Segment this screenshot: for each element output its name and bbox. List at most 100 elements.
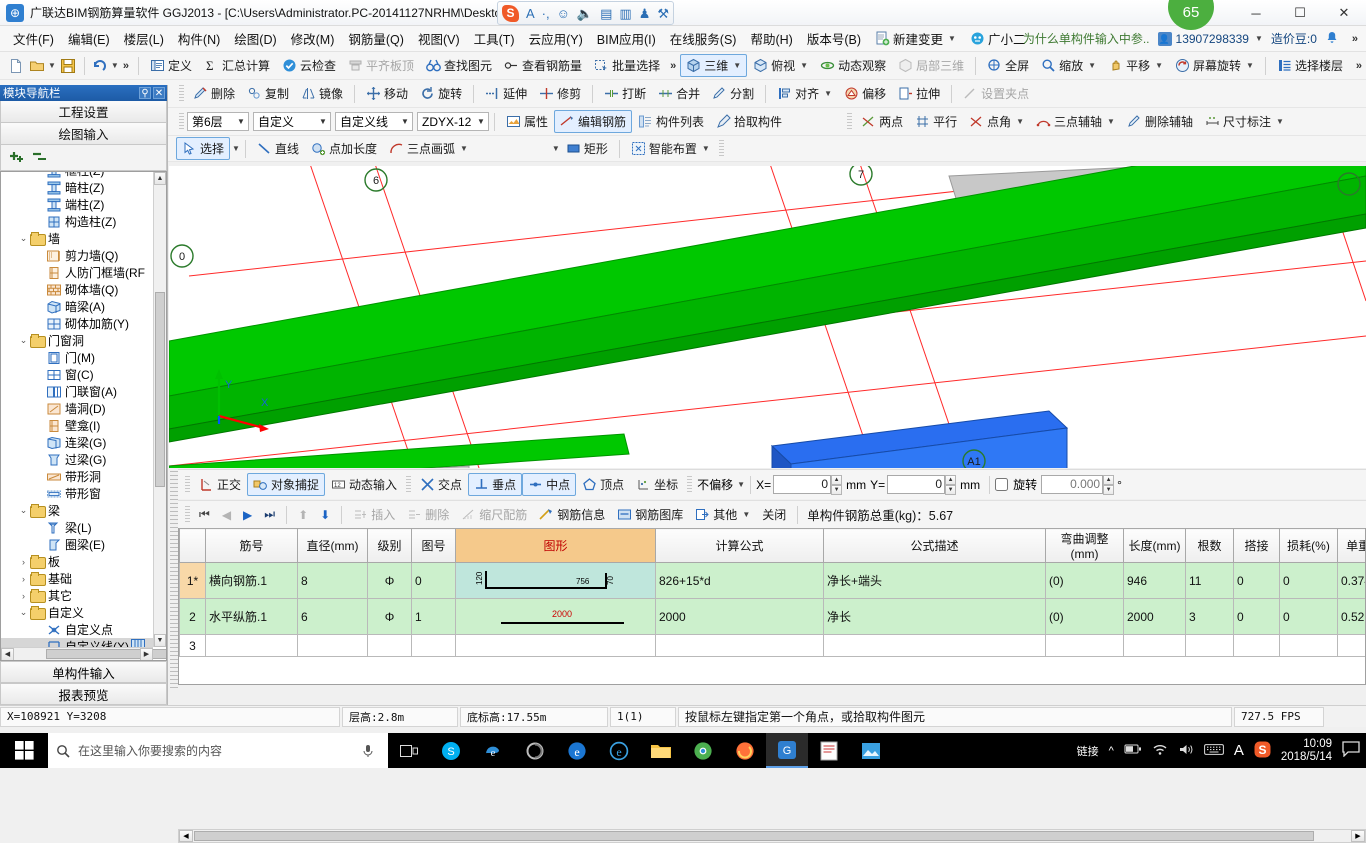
cell-length[interactable] [1124, 635, 1186, 657]
tree-item-26[interactable]: ⌄自定义 [1, 604, 153, 621]
task-view-button[interactable] [388, 733, 430, 768]
row-index[interactable]: 2 [180, 599, 206, 635]
extend-button[interactable]: 延伸 [479, 82, 533, 105]
offset-mode-chevron-down-icon[interactable]: ▼ [737, 480, 745, 489]
cell-count[interactable]: 11 [1186, 563, 1234, 599]
col-diameter[interactable]: 直径(mm) [298, 529, 368, 563]
two-point-axis-button[interactable]: 两点 [855, 110, 909, 133]
delete-axis-button[interactable]: 删除辅轴 [1121, 110, 1199, 133]
close-button[interactable]: ✕ [1322, 0, 1366, 26]
sidebar-tab-report-preview[interactable]: 报表预览 [0, 683, 167, 705]
stretch-button[interactable]: 拉伸 [892, 82, 946, 105]
merge-button[interactable]: 合并 [652, 82, 706, 105]
menu-item-bim-app[interactable]: BIM应用(I) [590, 26, 663, 51]
col-blank[interactable] [180, 529, 206, 563]
dimension-button[interactable]: 尺寸标注 ▼ [1199, 110, 1290, 133]
object-snap-toggle[interactable]: 对象捕捉 [247, 473, 325, 496]
cell-formula[interactable]: 2000 [656, 599, 824, 635]
panel-splitter[interactable] [170, 471, 178, 691]
cell-grade[interactable]: Φ [368, 599, 412, 635]
move-down-button[interactable]: ⬇ [314, 505, 336, 525]
table-hscroll-thumb[interactable] [194, 831, 1314, 841]
menu-item-view[interactable]: 视图(V) [411, 26, 467, 51]
y-stepper-up-icon[interactable]: ▲ [945, 475, 956, 485]
cell-diameter[interactable]: 8 [298, 563, 368, 599]
x-offset-stepper[interactable]: ▲▼ [831, 475, 842, 494]
minimize-button[interactable]: ─ [1234, 0, 1278, 26]
col-rebar-no[interactable]: 筋号 [206, 529, 298, 563]
snap-intersection[interactable]: 交点 [414, 473, 468, 496]
cell-lap[interactable] [1234, 635, 1280, 657]
cell-unit-weight[interactable]: 0.52 [1338, 599, 1366, 635]
copy-button[interactable]: 复制 [241, 82, 295, 105]
tray-network-label[interactable]: 链接 [1077, 743, 1099, 759]
y-offset-input[interactable]: 0 [887, 475, 945, 494]
close-panel-button[interactable]: 关闭 [756, 503, 792, 526]
cloud-check-button[interactable]: 云检查 [276, 54, 342, 77]
cell-diameter[interactable] [298, 635, 368, 657]
expand-all-icon[interactable] [9, 149, 26, 166]
account-area[interactable]: 👤 13907298339 ▼ [1158, 32, 1263, 46]
ime-keyboard-icon[interactable]: ▤ [600, 7, 612, 20]
ime-punctuation-icon[interactable]: ·, [542, 7, 550, 20]
cell-formula-desc[interactable]: 净长+端头 [824, 563, 1046, 599]
cell-length[interactable]: 946 [1124, 563, 1186, 599]
y-offset-stepper[interactable]: ▲▼ [945, 475, 956, 494]
screen-rotate-chevron-down-icon[interactable]: ▼ [1246, 61, 1254, 70]
chevron-up-icon[interactable]: ^ [1109, 745, 1114, 757]
batch-select-button[interactable]: 批量选择 [588, 54, 666, 77]
draw-toolbar-grip-end[interactable] [719, 140, 724, 158]
tree-item-1[interactable]: 暗柱(Z) [1, 179, 153, 196]
ime-skin-icon[interactable]: ♟ [639, 7, 651, 20]
offset-button[interactable]: 偏移 [838, 82, 892, 105]
tree-vertical-scrollbar[interactable]: ▲ ▼ [153, 172, 166, 647]
tree-item-4[interactable]: ⌄墙 [1, 230, 153, 247]
tree-item-28[interactable]: 自定义线(X) [1, 638, 153, 647]
account-chevron-down-icon[interactable]: ▼ [1255, 34, 1263, 43]
summary-calc-button[interactable]: Σ 汇总计算 [198, 54, 276, 77]
cell-count[interactable]: 3 [1186, 599, 1234, 635]
menu-item-tools[interactable]: 工具(T) [467, 26, 522, 51]
ortho-toggle[interactable]: 正交 [193, 473, 247, 496]
notepad-icon[interactable] [808, 733, 850, 768]
tree-item-27[interactable]: 自定义点 [1, 621, 153, 638]
floor-select-chevron-down-icon[interactable]: ▼ [234, 117, 248, 126]
wifi-icon[interactable] [1152, 743, 1168, 759]
search-box[interactable]: 在这里输入你要搜索的内容 [48, 733, 388, 768]
type-select-chevron-down-icon[interactable]: ▼ [398, 117, 412, 126]
point-angle-axis-button[interactable]: 点角 ▼ [963, 110, 1030, 133]
find-element-button[interactable]: 查找图元 [420, 54, 498, 77]
view-3d-button[interactable]: 三维 ▼ [680, 54, 747, 77]
menu-item-file[interactable]: 文件(F) [6, 26, 61, 51]
mirror-button[interactable]: 镜像 [295, 82, 349, 105]
maximize-button[interactable]: ☐ [1278, 0, 1322, 26]
prev-record-button[interactable]: ◀ [216, 505, 237, 525]
menu-item-version[interactable]: 版本号(B) [800, 26, 868, 51]
tree-item-11[interactable]: 门(M) [1, 349, 153, 366]
three-point-axis-chevron-down-icon[interactable]: ▼ [1107, 117, 1115, 126]
snapbar-grip-3[interactable] [687, 476, 692, 494]
break-button[interactable]: 打断 [598, 82, 652, 105]
cortana-icon[interactable] [514, 733, 556, 768]
tree-item-17[interactable]: 过梁(G) [1, 451, 153, 468]
editbar-grip[interactable] [185, 506, 190, 524]
cell-bend[interactable]: (0) [1046, 563, 1124, 599]
toolbar-overflow-button[interactable]: » [119, 60, 133, 72]
component-tree[interactable]: 框柱(Z)暗柱(Z)端柱(Z)构造柱(Z)⌄墙剪力墙(Q)人防门框墙(RF砌体墙… [0, 171, 167, 661]
tree-item-12[interactable]: 窗(C) [1, 366, 153, 383]
zoom-chevron-down-icon[interactable]: ▼ [1088, 61, 1096, 70]
col-formula[interactable]: 计算公式 [656, 529, 824, 563]
collapse-all-icon[interactable] [32, 149, 49, 166]
sidebar-tab-project-settings[interactable]: 工程设置 [0, 101, 167, 123]
tree-item-2[interactable]: 端柱(Z) [1, 196, 153, 213]
cell-length[interactable]: 2000 [1124, 599, 1186, 635]
cell-grade[interactable]: Φ [368, 563, 412, 599]
promo-text[interactable]: 为什么单构件输入中参.. [1023, 30, 1150, 47]
tree-item-25[interactable]: ›其它 [1, 587, 153, 604]
toolbar-grip[interactable] [179, 85, 184, 103]
rebar-table-wrapper[interactable]: 筋号 直径(mm) 级别 图号 图形 计算公式 公式描述 弯曲调整(mm) 长度… [178, 528, 1366, 685]
align-chevron-down-icon[interactable]: ▼ [824, 89, 832, 98]
cell-rebar-no[interactable] [206, 635, 298, 657]
category-select-chevron-down-icon[interactable]: ▼ [316, 117, 330, 126]
y-stepper-down-icon[interactable]: ▼ [945, 485, 956, 495]
